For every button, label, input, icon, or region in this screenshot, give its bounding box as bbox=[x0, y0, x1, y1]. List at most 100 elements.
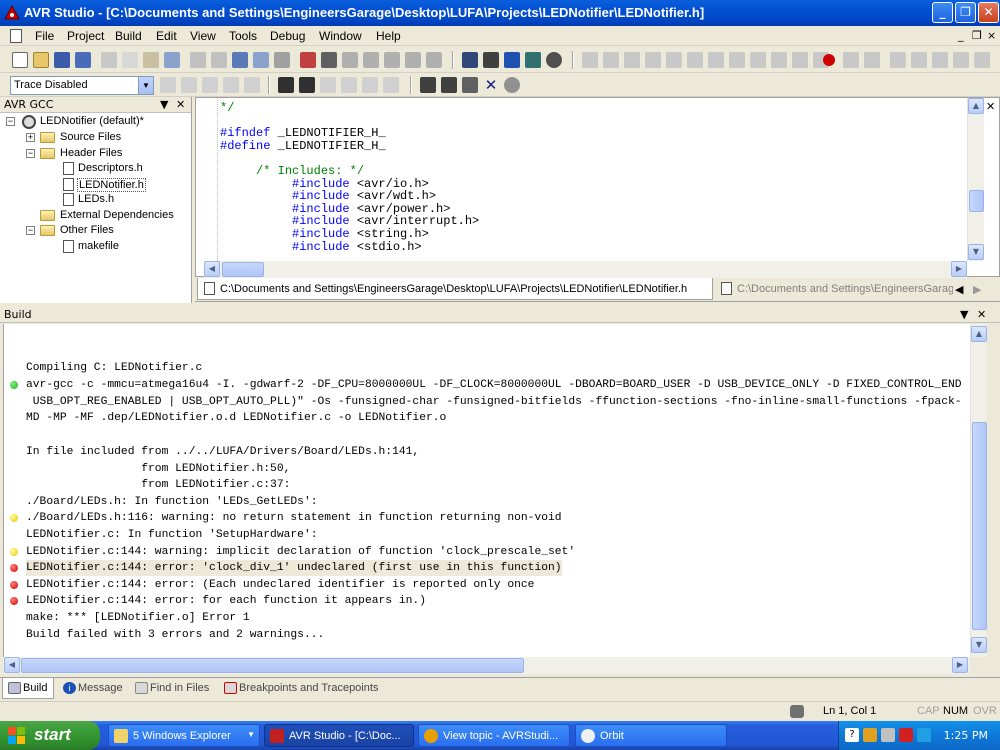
build-output-line[interactable]: make: *** [LEDNotifier.o] Error 1 bbox=[26, 610, 250, 626]
menu-file[interactable]: File bbox=[35, 29, 54, 43]
tree-makefile[interactable]: makefile bbox=[0, 239, 190, 255]
film-icon[interactable] bbox=[420, 77, 436, 93]
quickwatch-icon[interactable] bbox=[864, 52, 880, 68]
build-output-line[interactable]: from LEDNotifier.c:37: bbox=[26, 477, 290, 493]
build-icon[interactable] bbox=[462, 52, 478, 68]
tree-lednotifier-h[interactable]: LEDNotifier.h bbox=[0, 177, 190, 193]
menu-window[interactable]: Window bbox=[319, 29, 362, 43]
programmer-icon[interactable] bbox=[546, 52, 562, 68]
export-icon[interactable] bbox=[462, 77, 478, 93]
build-output-line[interactable]: LEDNotifier.c: In function 'SetupHardwar… bbox=[26, 527, 318, 543]
menu-help[interactable]: Help bbox=[376, 29, 401, 43]
processor-icon[interactable] bbox=[974, 52, 990, 68]
maximize-button[interactable]: ❐ bbox=[955, 2, 976, 23]
trace-icon[interactable] bbox=[160, 77, 176, 93]
braces-icon[interactable] bbox=[792, 52, 808, 68]
next-bookmark-icon[interactable] bbox=[363, 52, 379, 68]
trace-dropdown[interactable]: Trace Disabled ▼ bbox=[10, 76, 154, 95]
menu-build[interactable]: Build bbox=[115, 29, 142, 43]
editor-close-icon[interactable]: ✕ bbox=[986, 100, 995, 113]
collapse-icon[interactable]: − bbox=[26, 226, 35, 235]
step-into-icon[interactable] bbox=[666, 52, 682, 68]
windows-icon[interactable] bbox=[253, 52, 269, 68]
clear-bookmarks-icon[interactable] bbox=[405, 52, 421, 68]
build-output-line[interactable]: ./Board/LEDs.h:116: warning: no return s… bbox=[26, 510, 562, 526]
build-vertical-scrollbar[interactable]: ▲ ▼ bbox=[970, 324, 987, 657]
build-output-line[interactable]: from LEDNotifier.h:50, bbox=[26, 461, 290, 477]
io-view-icon[interactable] bbox=[953, 52, 969, 68]
tab-scroll-left-icon[interactable]: ◀ bbox=[955, 283, 963, 296]
expand-icon[interactable]: + bbox=[26, 133, 35, 142]
trace-up-icon[interactable] bbox=[244, 77, 260, 93]
mdi-restore-button[interactable]: ❐ bbox=[972, 29, 982, 42]
build-output-line[interactable]: LEDNotifier.c:144: error: for each funct… bbox=[26, 593, 426, 609]
editor-horizontal-scrollbar[interactable]: ◀ ▶ bbox=[204, 261, 967, 278]
tab-build[interactable]: Build bbox=[2, 678, 54, 699]
close-icon[interactable]: ✕ bbox=[176, 98, 185, 111]
remove-breakpoints-icon[interactable] bbox=[843, 52, 859, 68]
build-output-line[interactable]: In file included from ../../LUFA/Drivers… bbox=[26, 444, 419, 460]
scroll-right-icon[interactable]: ▶ bbox=[952, 657, 968, 673]
reset-icon[interactable] bbox=[645, 52, 661, 68]
comment-icon[interactable] bbox=[426, 52, 442, 68]
step-over-icon[interactable] bbox=[687, 52, 703, 68]
volume-icon[interactable] bbox=[881, 728, 895, 742]
security-icon[interactable] bbox=[899, 728, 913, 742]
save-all-icon[interactable] bbox=[75, 52, 91, 68]
build-output-line[interactable]: LEDNotifier.c:144: warning: implicit dec… bbox=[26, 544, 575, 560]
close-icon[interactable]: ✕ bbox=[977, 308, 986, 321]
scroll-left-icon[interactable]: ◀ bbox=[4, 657, 20, 673]
tab-scroll-right-icon[interactable]: ▶ bbox=[973, 283, 981, 296]
prev-bookmark-icon[interactable] bbox=[384, 52, 400, 68]
memory-icon[interactable] bbox=[911, 52, 927, 68]
toggle-bookmark-icon[interactable] bbox=[274, 52, 290, 68]
scroll-up-icon[interactable]: ▲ bbox=[971, 326, 987, 342]
find-icon[interactable] bbox=[232, 52, 248, 68]
build-output-line[interactable]: LEDNotifier.c:144: error: (Each undeclar… bbox=[26, 577, 534, 593]
build-output-line[interactable]: MD -MP -MF .dep/LEDNotifier.o.d LEDNotif… bbox=[26, 410, 446, 426]
build-output-line[interactable]: ./Board/LEDs.h: In function 'LEDs_GetLED… bbox=[26, 494, 318, 510]
build-output-line[interactable]: Build failed with 3 errors and 2 warning… bbox=[26, 627, 324, 643]
code-text[interactable]: */ #ifndef _LEDNOTIFIER_H_ #define _LEDN… bbox=[220, 102, 479, 253]
chevron-down-icon[interactable]: ▼ bbox=[138, 77, 153, 94]
scroll-down-icon[interactable]: ▼ bbox=[968, 244, 984, 260]
delete-x-icon[interactable]: ✕ bbox=[483, 77, 499, 93]
menu-edit[interactable]: Edit bbox=[156, 29, 177, 43]
menu-project[interactable]: Project bbox=[67, 29, 104, 43]
build-output-line[interactable]: Compiling C: LEDNotifier.c bbox=[26, 360, 202, 376]
new-file-icon[interactable] bbox=[12, 52, 28, 68]
undo-icon[interactable] bbox=[190, 52, 206, 68]
scroll-thumb[interactable] bbox=[972, 422, 987, 630]
network-icon[interactable] bbox=[863, 728, 877, 742]
scroll-thumb[interactable] bbox=[969, 190, 984, 212]
scroll-left-icon[interactable]: ◀ bbox=[204, 261, 220, 277]
mdi-close-button[interactable]: × bbox=[987, 29, 996, 42]
pin-dropdown-icon[interactable]: ▼ bbox=[160, 98, 168, 111]
scroll-down-icon[interactable]: ▼ bbox=[971, 637, 987, 653]
outdent-icon[interactable] bbox=[321, 52, 337, 68]
indent-icon[interactable] bbox=[300, 52, 316, 68]
redo-icon[interactable] bbox=[211, 52, 227, 68]
tree-project[interactable]: − LEDNotifier (default)* bbox=[0, 114, 190, 130]
film-play-icon[interactable] bbox=[441, 77, 457, 93]
show-next-icon[interactable] bbox=[771, 52, 787, 68]
copy-icon[interactable] bbox=[122, 52, 138, 68]
code-editor[interactable]: */ #ifndef _LEDNOTIFIER_H_ #define _LEDN… bbox=[195, 97, 1000, 278]
open-folder-icon[interactable] bbox=[33, 52, 49, 68]
ac-icon[interactable] bbox=[525, 52, 541, 68]
build-horizontal-scrollbar[interactable]: ◀ ▶ bbox=[3, 657, 970, 674]
tree-leds-h[interactable]: LEDs.h bbox=[0, 192, 190, 208]
print-icon[interactable] bbox=[164, 52, 180, 68]
trace-back-icon[interactable] bbox=[202, 77, 218, 93]
bookmark-icon[interactable] bbox=[342, 52, 358, 68]
task-windows-explorer[interactable]: 5 Windows Explorer ▼ bbox=[108, 724, 260, 747]
tab-breakpoints[interactable]: Breakpoints and Tracepoints bbox=[219, 678, 389, 699]
build-output[interactable]: Compiling C: LEDNotifier.c avr-gcc -c -mm… bbox=[3, 324, 970, 657]
cut-icon[interactable] bbox=[101, 52, 117, 68]
build-output-line[interactable]: avr-gcc -c -mmcu=atmega16u4 -I. -gdwarf-… bbox=[26, 377, 962, 393]
trace-settings-icon[interactable] bbox=[362, 77, 378, 93]
close-button[interactable]: ✕ bbox=[978, 2, 999, 23]
scroll-thumb[interactable] bbox=[21, 658, 524, 673]
run-icon[interactable] bbox=[582, 52, 598, 68]
stop-icon[interactable] bbox=[624, 52, 640, 68]
